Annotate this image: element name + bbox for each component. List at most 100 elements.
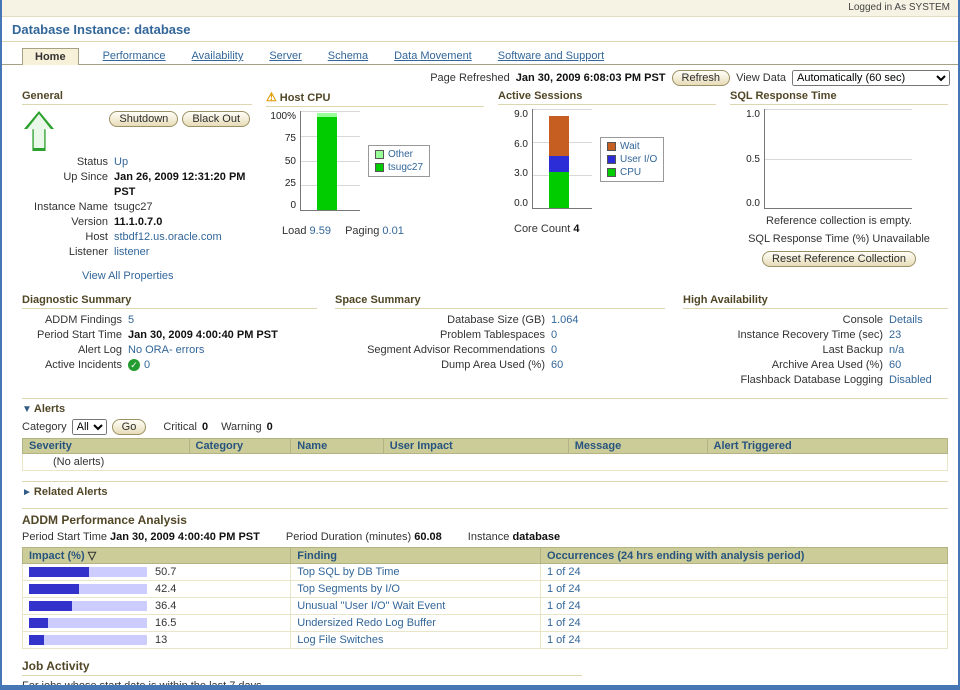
tab-home[interactable]: Home <box>22 48 79 65</box>
message-header: Message <box>568 439 707 454</box>
recovery-time-value-link[interactable]: 23 <box>889 328 901 343</box>
view-data-label: View Data <box>736 72 786 84</box>
occurrences-header: Occurrences (24 hrs ending with analysis… <box>541 548 948 564</box>
general-row-status: Status Up <box>22 155 252 170</box>
general-buttons: Shutdown Black Out <box>109 111 250 155</box>
cpu-segment[interactable] <box>549 172 569 208</box>
active-sessions-legend: Wait User I/O CPU <box>600 137 664 182</box>
archive-area-value-link[interactable]: 60 <box>889 358 901 373</box>
occurrences-link[interactable]: 1 of 24 <box>547 566 581 578</box>
host-cpu-tsugc27-segment[interactable] <box>317 117 337 210</box>
blackout-button[interactable]: Black Out <box>182 111 250 127</box>
load-value-link[interactable]: 9.59 <box>310 225 331 237</box>
section-divider <box>22 481 948 482</box>
job-activity-section: Job Activity For jobs whose start date i… <box>22 659 948 690</box>
section-divider <box>22 398 948 399</box>
legend-cpu-link[interactable]: CPU <box>620 166 641 179</box>
listener-value-link[interactable]: listener <box>114 245 149 260</box>
last-backup-value-link[interactable]: n/a <box>889 343 904 358</box>
finding-link[interactable]: Unusual "User I/O" Wait Event <box>297 600 445 612</box>
legend-item-user-io: User I/O <box>607 153 657 166</box>
impact-value: 50.7 <box>155 566 176 578</box>
impact-value: 36.4 <box>155 600 176 612</box>
go-button[interactable]: Go <box>112 419 147 435</box>
legend-user-io-link[interactable]: User I/O <box>620 153 657 166</box>
category-select[interactable]: All <box>72 419 107 435</box>
tab-availability[interactable]: Availability <box>190 48 246 64</box>
ytick: 50 <box>285 156 296 167</box>
status-up-arrow-icon <box>24 111 54 151</box>
shutdown-button[interactable]: Shutdown <box>109 111 178 127</box>
status-label: Status <box>22 155 108 170</box>
addm-period-start-value: Jan 30, 2009 4:00:40 PM PST <box>110 531 260 543</box>
cpu-color-chip <box>607 168 616 177</box>
critical-label: Critical <box>163 421 197 433</box>
database-size-value-link[interactable]: 1.064 <box>551 313 579 328</box>
logged-in-as-text: Logged in As SYSTEM <box>848 2 950 13</box>
alerts-table: Severity Category Name User Impact Messa… <box>22 438 948 471</box>
view-data-select[interactable]: Automatically (60 sec) <box>792 70 950 86</box>
paging-value-link[interactable]: 0.01 <box>382 225 403 237</box>
dump-area-value-link[interactable]: 60 <box>551 358 563 373</box>
host-cpu-yaxis: 100% 75 50 25 0 <box>266 111 296 211</box>
refresh-button[interactable]: Refresh <box>672 70 731 86</box>
other-color-chip <box>375 150 384 159</box>
host-cpu-plot <box>300 111 360 211</box>
segment-advisor-row: Segment Advisor Recommendations 0 <box>335 343 665 358</box>
tab-performance[interactable]: Performance <box>101 48 168 64</box>
recovery-time-row: Instance Recovery Time (sec) 23 <box>683 328 948 343</box>
active-incidents-value-link[interactable]: 0 <box>144 359 150 371</box>
sql-response-chart: 1.0 0.5 0.0 <box>730 109 948 209</box>
active-sessions-section: Active Sessions 9.0 6.0 3.0 0.0 <box>498 90 716 282</box>
console-details-link[interactable]: Details <box>889 313 923 328</box>
impact-value: 16.5 <box>155 617 176 629</box>
sort-descending-icon[interactable]: ▽ <box>88 550 96 562</box>
version-value: 11.1.0.7.0 <box>114 215 162 230</box>
recovery-time-label: Instance Recovery Time (sec) <box>683 328 883 343</box>
tab-server[interactable]: Server <box>267 48 303 64</box>
finding-link[interactable]: Top SQL by DB Time <box>297 566 399 578</box>
collapse-triangle-icon[interactable]: ▼ <box>22 404 32 415</box>
legend-tsugc27-link[interactable]: tsugc27 <box>388 161 423 174</box>
legend-wait-link[interactable]: Wait <box>620 140 640 153</box>
last-backup-label: Last Backup <box>683 343 883 358</box>
alert-log-value-link[interactable]: No ORA- errors <box>128 343 204 358</box>
impact-bar-fill <box>29 635 44 645</box>
user-io-color-chip <box>607 155 616 164</box>
view-all-properties-link[interactable]: View All Properties <box>82 270 174 282</box>
segment-advisor-value-link[interactable]: 0 <box>551 343 557 358</box>
tab-software-and-support[interactable]: Software and Support <box>496 48 606 64</box>
occurrences-link[interactable]: 1 of 24 <box>547 634 581 646</box>
tab-schema[interactable]: Schema <box>326 48 370 64</box>
finding-link[interactable]: Log File Switches <box>297 634 383 646</box>
host-value-link[interactable]: stbdf12.us.oracle.com <box>114 230 222 245</box>
archive-area-row: Archive Area Used (%) 60 <box>683 358 948 373</box>
legend-other-link[interactable]: Other <box>388 148 413 161</box>
addm-row: 42.4 Top Segments by I/O 1 of 24 <box>23 581 948 598</box>
occurrences-link[interactable]: 1 of 24 <box>547 600 581 612</box>
flashback-value-link[interactable]: Disabled <box>889 373 932 388</box>
reset-reference-collection-button[interactable]: Reset Reference Collection <box>762 251 916 267</box>
impact-header-label[interactable]: Impact (%) <box>29 550 85 562</box>
finding-link[interactable]: Undersized Redo Log Buffer <box>297 617 436 629</box>
host-cpu-bar <box>317 111 337 210</box>
occurrences-link[interactable]: 1 of 24 <box>547 583 581 595</box>
section-divider <box>22 508 948 509</box>
warning-icon: ⚠ <box>266 90 277 104</box>
impact-bar-fill <box>29 584 79 594</box>
category-header: Category <box>189 439 291 454</box>
problem-tablespaces-value-link[interactable]: 0 <box>551 328 557 343</box>
user-io-segment[interactable] <box>549 156 569 173</box>
status-value-link[interactable]: Up <box>114 155 128 170</box>
tab-data-movement[interactable]: Data Movement <box>392 48 474 64</box>
expand-triangle-icon[interactable]: ► <box>22 487 32 498</box>
core-count-label: Core Count <box>514 223 570 235</box>
finding-link[interactable]: Top Segments by I/O <box>297 583 400 595</box>
occurrences-link[interactable]: 1 of 24 <box>547 617 581 629</box>
addm-info-row: Period Start Time Jan 30, 2009 4:00:40 P… <box>22 531 948 543</box>
wait-segment[interactable] <box>549 116 569 156</box>
addm-findings-value-link[interactable]: 5 <box>128 313 134 328</box>
legend-item-wait: Wait <box>607 140 657 153</box>
impact-value: 42.4 <box>155 583 176 595</box>
impact-header[interactable]: Impact (%) ▽ <box>23 548 291 564</box>
